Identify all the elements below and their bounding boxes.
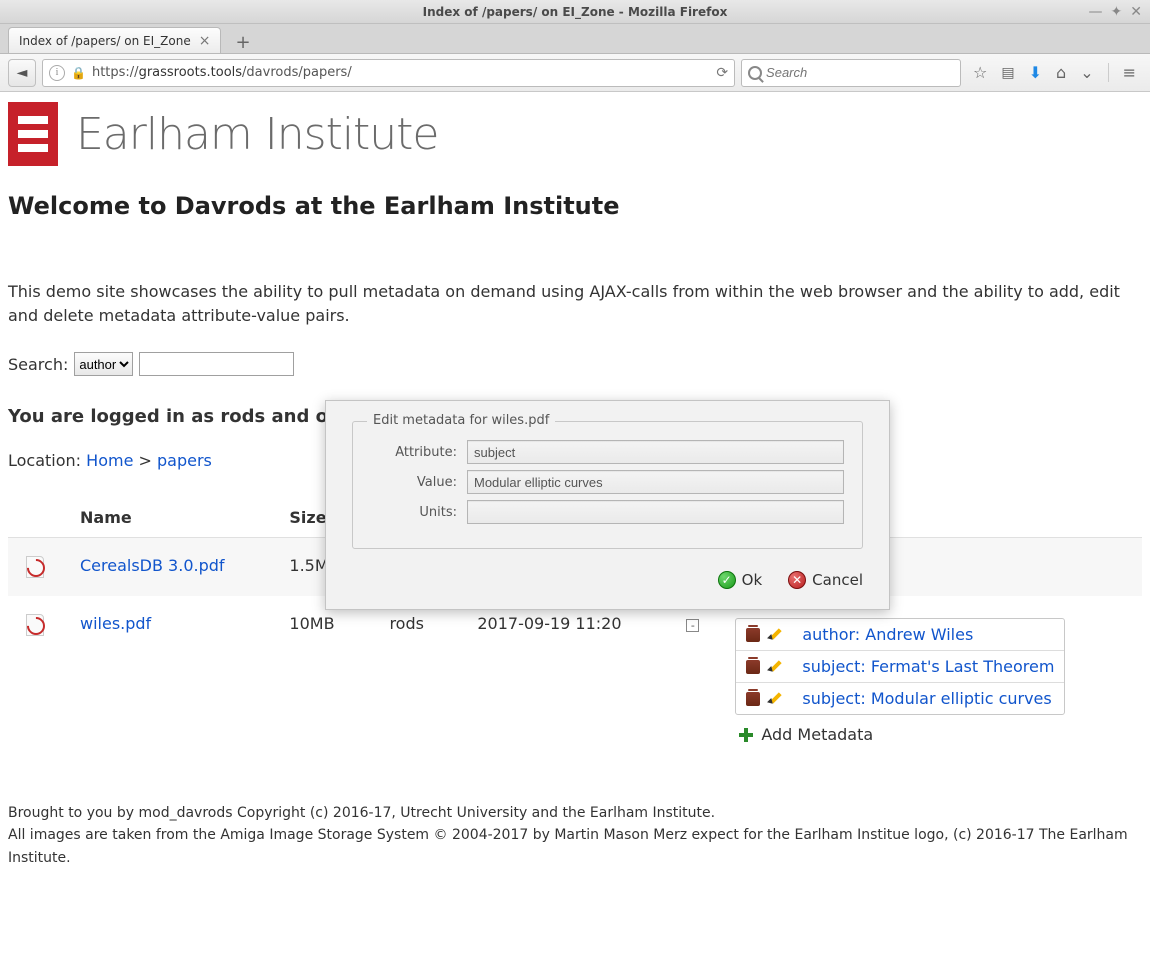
value-label: Value: [371,475,467,490]
window-minimize-icon[interactable]: — [1089,4,1103,20]
new-tab-button[interactable]: + [229,32,256,53]
dialog-fieldset: Edit metadata for wiles.pdf Attribute: V… [352,421,863,549]
add-metadata-button[interactable]: Add Metadata [739,725,1124,744]
breadcrumb-current[interactable]: papers [157,451,212,470]
col-name: Name [62,498,271,538]
delete-icon[interactable] [746,628,760,642]
browser-search-bar[interactable] [741,59,961,87]
file-size: 10MB [271,596,371,762]
attribute-input[interactable] [467,440,844,464]
file-link[interactable]: CerealsDB 3.0.pdf [80,556,225,575]
tab-close-icon[interactable]: × [199,33,211,49]
units-input[interactable] [467,500,844,524]
edit-icon[interactable] [768,660,782,674]
dialog-legend: Edit metadata for wiles.pdf [367,413,555,428]
attribute-label: Attribute: [371,445,467,460]
reload-icon[interactable]: ⟳ [716,65,728,81]
logo-text: Earlham Institute [76,109,439,160]
metadata-row: subject: Fermat's Last Theorem [736,651,1064,683]
back-button[interactable]: ◄ [8,59,36,87]
lock-icon: 🔒 [71,66,86,80]
search-label: Search: [8,355,68,374]
ok-button[interactable]: ✓ Ok [718,571,763,589]
edit-icon[interactable] [768,628,782,642]
metadata-link[interactable]: subject: Modular elliptic curves [802,689,1051,708]
logo-mark-icon [8,102,58,166]
cancel-icon: ✕ [788,571,806,589]
home-icon[interactable]: ⌂ [1056,63,1066,82]
tab-label: Index of /papers/ on EI_Zone [19,34,191,48]
page-title: Welcome to Davrods at the Earlham Instit… [8,192,1142,220]
edit-icon[interactable] [768,692,782,706]
footer-line: Brought to you by mod_davrods Copyright … [8,802,1142,824]
breadcrumb-home[interactable]: Home [86,451,133,470]
bookmark-star-icon[interactable]: ☆ [973,63,987,82]
logo-row: Earlham Institute [8,102,1142,166]
pocket-icon[interactable]: ⌄ [1080,63,1093,82]
menu-icon[interactable]: ≡ [1108,63,1136,82]
library-icon[interactable]: ▤ [1001,65,1014,81]
expand-toggle[interactable]: - [686,619,699,632]
tab-strip: Index of /papers/ on EI_Zone × + [0,24,1150,54]
file-date: 2017-09-19 11:20 [459,596,668,762]
file-link[interactable]: wiles.pdf [80,614,151,633]
plus-icon [739,728,753,742]
pdf-icon [26,556,44,578]
table-row: wiles.pdf 10MB rods 2017-09-19 11:20 - a… [8,596,1142,762]
intro-text: This demo site showcases the ability to … [8,280,1142,328]
metadata-row: author: Andrew Wiles [736,619,1064,651]
browser-navbar: ◄ i 🔒 https://grassroots.tools/davrods/p… [0,54,1150,92]
window-titlebar: Index of /papers/ on EI_Zone - Mozilla F… [0,0,1150,24]
url-text: https://grassroots.tools/davrods/papers/ [92,65,710,80]
search-icon [748,66,762,80]
url-bar[interactable]: i 🔒 https://grassroots.tools/davrods/pap… [42,59,735,87]
window-title: Index of /papers/ on EI_Zone - Mozilla F… [423,5,728,19]
browser-tab[interactable]: Index of /papers/ on EI_Zone × [8,27,221,53]
page-search-row: Search: author [8,352,1142,376]
metadata-row: subject: Modular elliptic curves [736,683,1064,714]
site-info-icon[interactable]: i [49,65,65,81]
search-field-select[interactable]: author [74,352,133,376]
window-maximize-icon[interactable]: ✦ [1111,4,1123,20]
edit-metadata-dialog: Edit metadata for wiles.pdf Attribute: V… [325,400,890,610]
ok-icon: ✓ [718,571,736,589]
metadata-list: author: Andrew Wiles subject: Fermat's L… [735,618,1065,715]
metadata-link[interactable]: subject: Fermat's Last Theorem [802,657,1054,676]
footer: Brought to you by mod_davrods Copyright … [8,802,1142,869]
value-input[interactable] [467,470,844,494]
pdf-icon [26,614,44,636]
downloads-icon[interactable]: ⬇ [1029,63,1042,82]
search-value-input[interactable] [139,352,294,376]
browser-search-input[interactable] [766,65,954,80]
window-close-icon[interactable]: ✕ [1130,4,1142,20]
footer-line: All images are taken from the Amiga Imag… [8,824,1142,869]
file-owner: rods [371,596,459,762]
delete-icon[interactable] [746,660,760,674]
delete-icon[interactable] [746,692,760,706]
metadata-link[interactable]: author: Andrew Wiles [802,625,973,644]
units-label: Units: [371,505,467,520]
cancel-button[interactable]: ✕ Cancel [788,571,863,589]
